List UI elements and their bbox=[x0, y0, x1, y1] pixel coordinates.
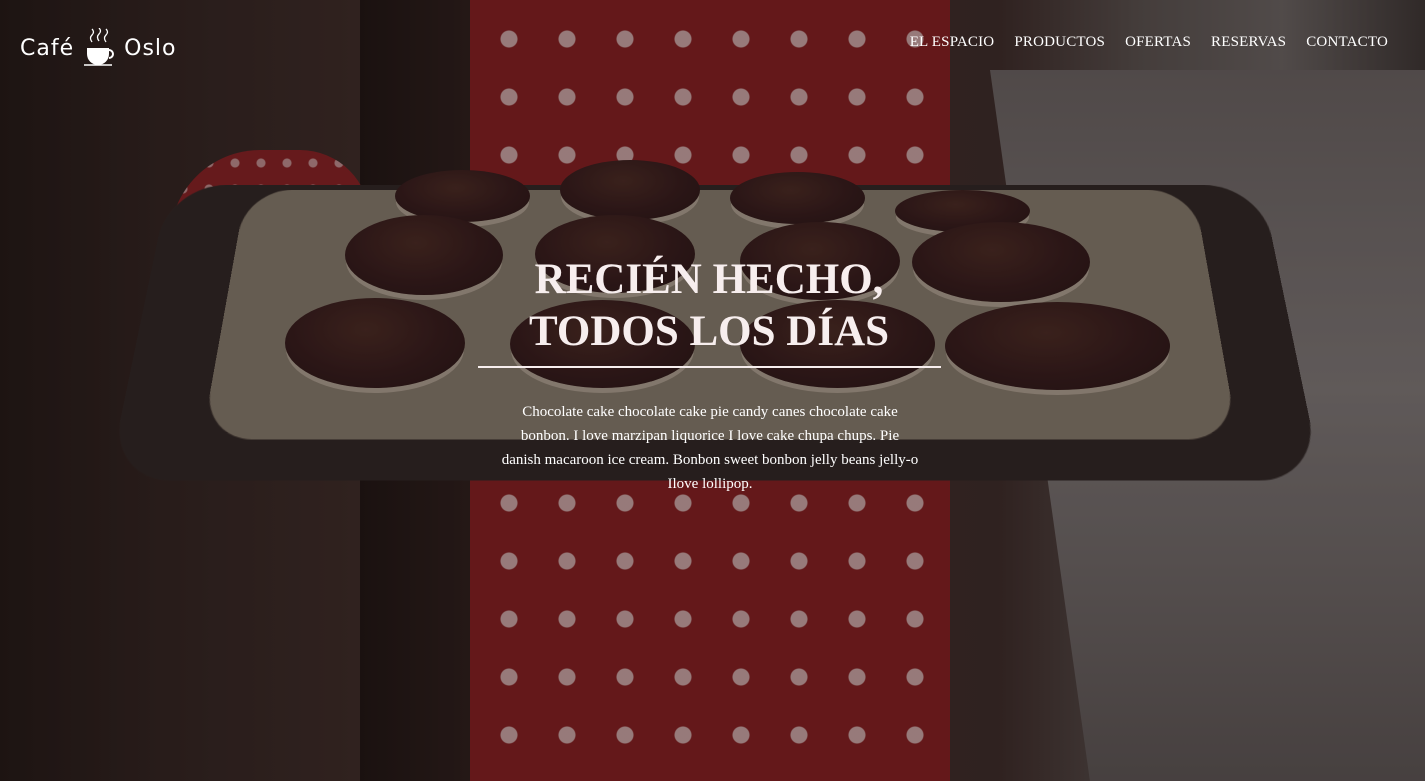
brand-logo[interactable]: Café Oslo bbox=[20, 26, 176, 70]
brand-name-right: Oslo bbox=[124, 35, 177, 61]
nav-item-reservas[interactable]: RESERVAS bbox=[1211, 34, 1286, 51]
headline-divider bbox=[478, 366, 941, 368]
nav-item-productos[interactable]: PRODUCTOS bbox=[1014, 34, 1105, 51]
nav-item-ofertas[interactable]: OFERTAS bbox=[1125, 34, 1191, 51]
nav-item-contacto[interactable]: CONTACTO bbox=[1306, 34, 1388, 51]
hero-headline-line-2: TODOS LOS DÍAS bbox=[528, 308, 890, 355]
main-navigation: EL ESPACIO PRODUCTOS OFERTAS RESERVAS CO… bbox=[910, 34, 1388, 51]
hero-lead-text: Chocolate cake chocolate cake pie candy … bbox=[501, 404, 919, 492]
hero-headline-line-1: RECIÉN HECHO, bbox=[534, 256, 884, 303]
hero-headline: RECIÉN HECHO, TODOS LOS DÍAS bbox=[478, 254, 940, 358]
coffee-cup-icon bbox=[84, 28, 115, 66]
dark-overlay bbox=[0, 0, 1425, 781]
nav-item-el-espacio[interactable]: EL ESPACIO bbox=[910, 34, 995, 51]
hero-background-image bbox=[0, 0, 1425, 781]
brand-name-left: Café bbox=[20, 35, 75, 61]
